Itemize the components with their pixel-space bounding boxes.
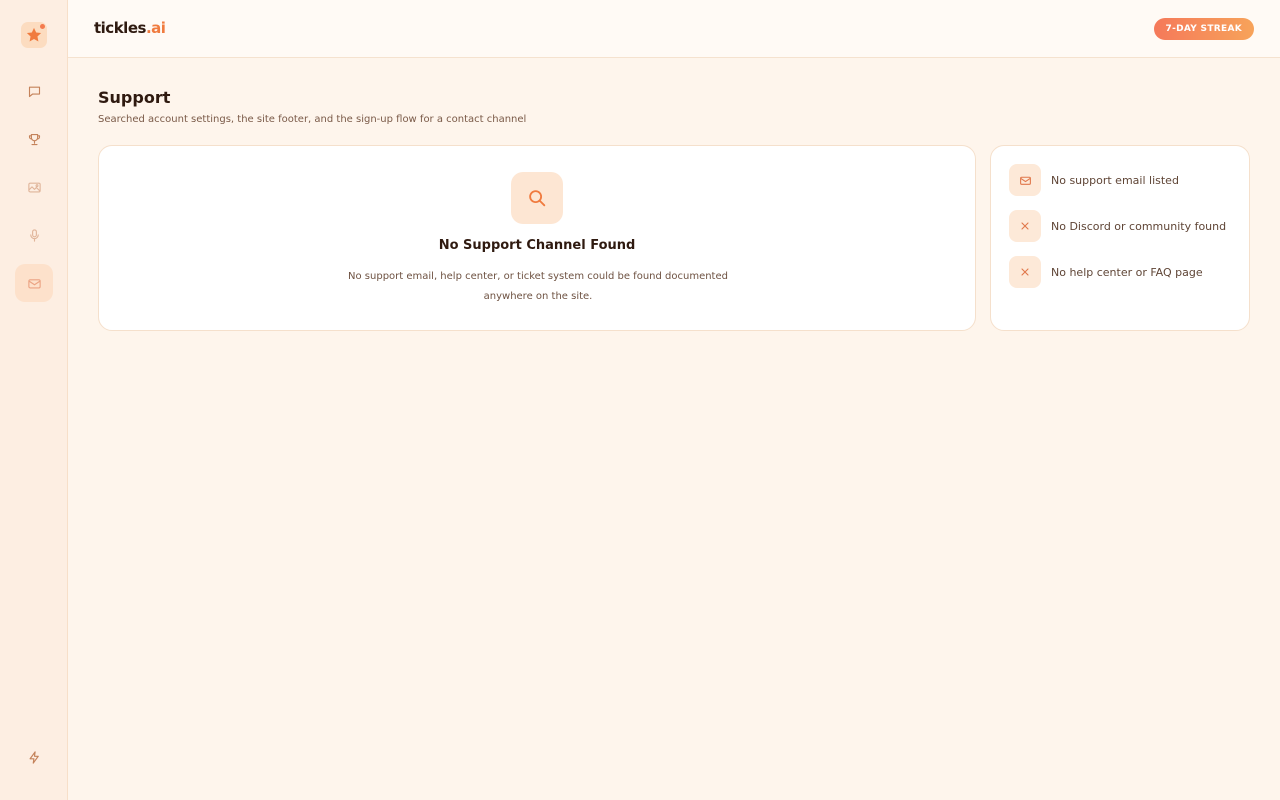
close-icon [1021, 222, 1029, 230]
sidebar-item-voice[interactable] [15, 216, 53, 254]
check-icon-tile [1009, 164, 1041, 196]
lightning-icon [29, 750, 39, 764]
microphone-icon [29, 228, 39, 242]
check-label: No support email listed [1051, 173, 1179, 187]
search-icon [529, 190, 546, 207]
page-title: Support [98, 88, 171, 107]
sidebar-item-chat[interactable] [15, 72, 53, 110]
sidebar-item-lightning[interactable] [15, 738, 53, 776]
mail-icon [1019, 176, 1031, 185]
sidebar-item-support[interactable] [15, 264, 53, 302]
brand-logo[interactable]: tickles.ai [94, 19, 166, 37]
logo-star-icon[interactable] [21, 22, 47, 48]
check-icon-tile [1009, 256, 1041, 288]
notification-dot [40, 24, 45, 29]
chat-bubble-icon [28, 86, 40, 97]
check-item-email: No support email listed [1009, 164, 1239, 196]
search-tile [511, 172, 563, 224]
trophy-icon [28, 133, 40, 145]
streak-badge[interactable]: 7-DAY STREAK [1153, 18, 1254, 40]
top-bar: tickles.ai 7-DAY STREAK [68, 0, 1280, 58]
image-icon [27, 182, 41, 192]
check-item-help-center: No help center or FAQ page [1009, 256, 1239, 288]
checks-card: No support email listed No Discord or co… [990, 145, 1250, 331]
sidebar-item-trophy[interactable] [15, 120, 53, 158]
close-icon [1021, 268, 1029, 276]
empty-state-card: No Support Channel Found No support emai… [98, 145, 976, 331]
sidebar-item-gallery[interactable] [15, 168, 53, 206]
sidebar [0, 0, 68, 800]
check-label: No help center or FAQ page [1051, 265, 1203, 279]
brand-suffix: .ai [145, 19, 166, 37]
check-label: No Discord or community found [1051, 219, 1227, 233]
check-item-community: No Discord or community found [1009, 210, 1239, 242]
check-icon-tile [1009, 210, 1041, 242]
empty-state-description: No support email, help center, or ticket… [348, 271, 728, 302]
empty-state-title: No Support Channel Found [438, 238, 636, 253]
page-subtitle: Searched account settings, the site foot… [98, 114, 527, 125]
brand-name: tickles [94, 19, 146, 37]
mail-icon [27, 278, 41, 288]
